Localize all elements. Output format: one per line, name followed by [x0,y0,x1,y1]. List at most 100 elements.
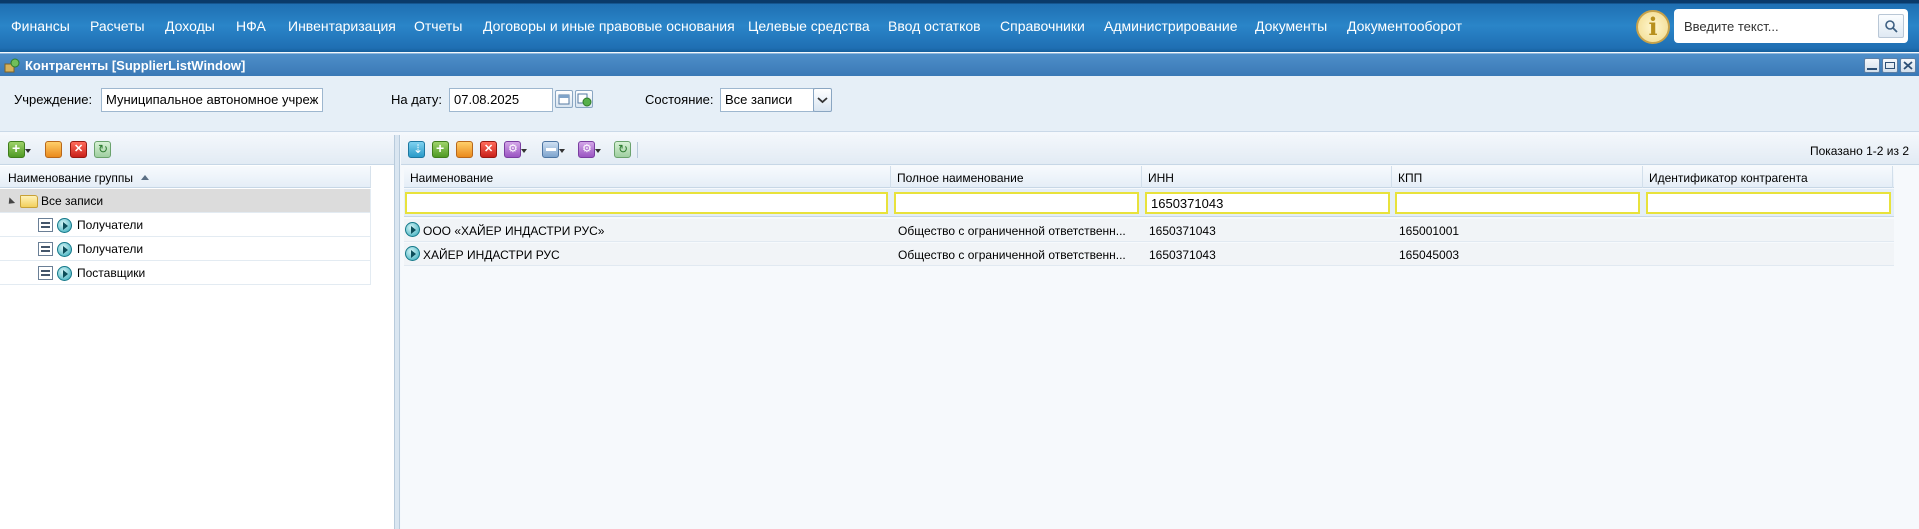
cell-kpp: 165001001 [1399,224,1460,238]
groups-toolbar [0,135,394,165]
date-refresh-button[interactable] [575,90,593,108]
add-group-button[interactable] [8,140,31,158]
menu-item-income[interactable]: Доходы [165,18,215,34]
menu-item-reports[interactable]: Отчеты [414,18,462,34]
state-select[interactable]: Все записи [720,88,814,112]
contractor-icon [405,246,420,261]
filter-name-input[interactable] [405,192,888,214]
calendar-button[interactable] [555,90,573,108]
tree-item-suppliers[interactable]: Поставщики [0,261,371,285]
date-field[interactable]: 07.08.2025 [449,88,553,112]
column-title: Идентификатор контрагента [1649,171,1808,185]
state-dropdown-button[interactable] [813,88,832,112]
main-menu-bar: Финансы Расчеты Доходы НФА Инвентаризаци… [0,0,1919,52]
tree-item-recipients[interactable]: Получатели [0,213,371,237]
menu-item-documents[interactable]: Документы [1255,18,1327,34]
menu-item-opening-balances[interactable]: Ввод остатков [888,18,981,34]
cell-inn: 1650371043 [1149,248,1216,262]
delete-group-button[interactable] [70,141,87,158]
refresh-groups-button[interactable] [94,141,111,158]
records-count: Показано 1-2 из 2 [1809,144,1909,158]
menu-item-document-flow[interactable]: Документооборот [1347,18,1462,34]
column-title: ИНН [1148,171,1174,185]
menu-item-nfa[interactable]: НФА [236,18,266,34]
tree-item-all[interactable]: Все записи [0,189,371,213]
global-search-input[interactable] [1684,17,1864,35]
group-node-icon [57,218,72,233]
grid-filter-row [404,189,1894,217]
group-node-icon [57,266,72,281]
toolbar-separator [637,142,638,158]
filter-kpp-input[interactable] [1395,192,1640,214]
tree-column-title: Наименование группы [8,171,134,185]
column-header-kpp[interactable]: КПП [1392,166,1643,188]
search-button[interactable] [1878,14,1904,38]
menu-item-contracts[interactable]: Договоры и иные правовые основания [483,18,735,34]
column-header-name[interactable]: Наименование [404,166,891,188]
table-row[interactable]: ХАЙЕР ИНДАСТРИ РУС Общество с ограниченн… [404,243,1894,266]
institution-label: Учреждение: [14,92,93,107]
window-app-icon [4,58,20,73]
settings-menu-button[interactable] [578,141,601,158]
filter-inn-input[interactable] [1145,192,1390,214]
window-title-bar: Контрагенты [SupplierListWindow] [0,53,1919,76]
chevron-down-icon [817,97,828,104]
minimize-button[interactable] [1864,58,1880,73]
tree-item-recipients-2[interactable]: Получатели [0,237,371,261]
menu-item-finance[interactable]: Финансы [11,18,70,34]
actions-menu-button[interactable] [504,141,527,158]
column-title: Наименование [410,171,494,185]
cell-name: ХАЙЕР ИНДАСТРИ РУС [423,248,560,262]
add-contractor-button[interactable] [432,140,449,158]
filter-bar: Учреждение: Муниципальное автономное учр… [0,76,1919,132]
import-button[interactable] [408,141,425,158]
close-button[interactable] [1900,58,1916,73]
list-node-icon [38,242,53,256]
column-header-inn[interactable]: ИНН [1142,166,1392,188]
collapse-icon[interactable] [5,197,16,207]
menu-item-directories[interactable]: Справочники [1000,18,1085,34]
delete-contractor-button[interactable] [480,141,497,158]
print-menu-button[interactable] [542,141,565,158]
tree-item-label: Поставщики [77,266,146,280]
list-node-icon [38,266,53,280]
calendar-icon [558,94,570,105]
window-title: Контрагенты [SupplierListWindow] [25,58,246,73]
date-refresh-icon [577,93,592,107]
column-header-full-name[interactable]: Полное наименование [891,166,1142,188]
contractors-panel: Показано 1-2 из 2 Наименование Полное на… [401,135,1919,529]
filter-contractor-id-input[interactable] [1646,192,1891,214]
tree-item-label: Получатели [77,242,144,256]
close-icon [1903,61,1913,70]
tree-item-label: Все записи [41,194,104,208]
menu-item-inventory[interactable]: Инвентаризация [288,18,396,34]
panel-splitter[interactable] [395,135,400,529]
cell-name: ООО «ХАЙЕР ИНДАСТРИ РУС» [423,224,605,238]
institution-field[interactable]: Муниципальное автономное учреж [101,88,323,112]
list-node-icon [38,218,53,232]
folder-icon [20,195,38,208]
grid-header: Наименование Полное наименование ИНН КПП… [404,166,1894,188]
tree-item-label: Получатели [77,218,144,232]
menu-item-target-funds[interactable]: Целевые средства [748,18,870,34]
column-header-contractor-id[interactable]: Идентификатор контрагента [1643,166,1893,188]
search-icon [1885,20,1898,33]
tree-column-header[interactable]: Наименование группы [0,166,371,188]
global-search [1674,9,1908,43]
edit-contractor-button[interactable] [456,141,473,158]
edit-group-button[interactable] [45,141,62,158]
contractor-icon [405,222,420,237]
column-title: Полное наименование [897,171,1024,185]
restore-button[interactable] [1882,58,1898,73]
refresh-grid-button[interactable] [614,141,631,158]
filter-full-name-input[interactable] [894,192,1139,214]
column-title: КПП [1398,171,1423,185]
date-label: На дату: [391,92,442,107]
menu-item-administration[interactable]: Администрирование [1104,18,1238,34]
grid-toolbar: Показано 1-2 из 2 [401,135,1919,165]
info-icon[interactable]: i [1636,10,1670,44]
table-row[interactable]: ООО «ХАЙЕР ИНДАСТРИ РУС» Общество с огра… [404,219,1894,242]
menu-item-settlements[interactable]: Расчеты [90,18,145,34]
cell-kpp: 165045003 [1399,248,1460,262]
cell-full-name: Общество с ограниченной ответственн... [898,224,1126,238]
